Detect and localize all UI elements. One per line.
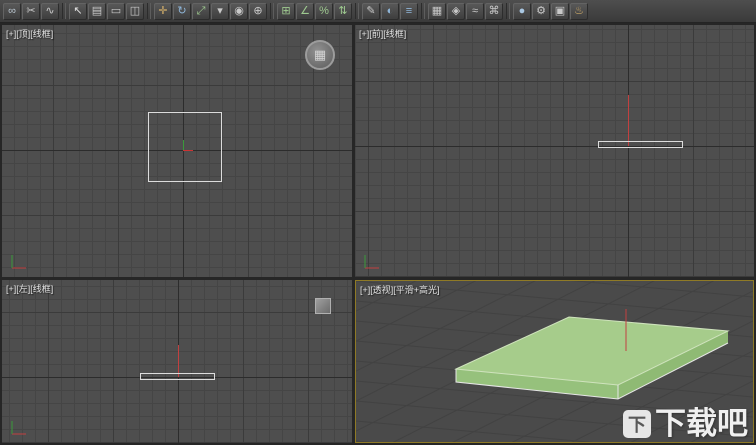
- watermark-logo: 下: [623, 409, 651, 438]
- rectangular-selection-region-button[interactable]: ▭: [107, 2, 125, 20]
- watermark: 下 下载吧: [623, 408, 748, 439]
- viewport-top-label[interactable]: [+][顶][线框]: [6, 27, 53, 40]
- object-z-axis: [628, 95, 629, 146]
- box-object-wireframe[interactable]: [140, 373, 215, 380]
- toolbar-separator: [62, 3, 66, 19]
- world-axis-vertical: [628, 25, 629, 277]
- graphite-modeling-tools-button[interactable]: ◈: [447, 2, 465, 20]
- use-pivot-point-center-button[interactable]: ◉: [230, 2, 248, 20]
- edit-named-selection-sets-button[interactable]: ✎: [362, 2, 380, 20]
- main-toolbar: ∞ ✂ ∿ ↖ ▤ ▭ ◫ ✛ ↻ ⤢ ▾ ◉ ⊕ ⊞ ∠% ⇅ ✎ ◐ ≡ ▦ ◈ ≈ ⌘ ● ⚙ ▣ ♨: [0, 0, 756, 23]
- watermark-text: 下载吧: [655, 406, 748, 441]
- pivot-x-axis: [183, 150, 193, 151]
- toolbar-separator: [270, 3, 274, 19]
- select-object-button[interactable]: ↖: [69, 2, 87, 20]
- navigation-gizmo[interactable]: ▦: [305, 40, 335, 70]
- angle-snap-button[interactable]: ∠: [296, 2, 314, 20]
- box-object[interactable]: [454, 316, 730, 400]
- toolbar-separator: [355, 3, 359, 19]
- toolbar-separator: [147, 3, 151, 19]
- select-and-scale-button[interactable]: ⤢: [192, 2, 210, 20]
- world-axis-tripod: [11, 255, 26, 269]
- percent-snap-button[interactable]: %: [315, 2, 333, 20]
- material-editor-button[interactable]: ●: [513, 2, 531, 20]
- viewcube-gizmo[interactable]: [315, 298, 331, 314]
- pivot-y-axis: [183, 140, 184, 150]
- world-axis-tripod: [364, 255, 379, 269]
- viewport-top[interactable]: [+][顶][线框] ▦: [2, 25, 352, 277]
- grid-icon: ▦: [313, 47, 327, 62]
- box-object-wireframe[interactable]: [598, 141, 683, 148]
- align-button[interactable]: ≡: [400, 2, 418, 20]
- unlink-selection-button[interactable]: ✂: [22, 2, 40, 20]
- box-object-wireframe[interactable]: [148, 112, 222, 182]
- world-axis-tripod: [11, 421, 26, 435]
- layer-manager-button[interactable]: ▦: [428, 2, 446, 20]
- snap-toggle-3d-button[interactable]: ⊞: [277, 2, 295, 20]
- schematic-view-button[interactable]: ⌘: [485, 2, 503, 20]
- select-and-link-button[interactable]: ∞: [3, 2, 21, 20]
- render-production-button[interactable]: ♨: [570, 2, 588, 20]
- 3dsmax-window: ∞ ✂ ∿ ↖ ▤ ▭ ◫ ✛ ↻ ⤢ ▾ ◉ ⊕ ⊞ ∠% ⇅ ✎ ◐ ≡ ▦ ◈ ≈ ⌘ ● ⚙ ▣ ♨ [+][顶][线框] …: [0, 0, 756, 445]
- toolbar-separator: [506, 3, 510, 19]
- select-and-move-button[interactable]: ✛: [154, 2, 172, 20]
- viewport-left[interactable]: [+][左][线框]: [2, 280, 352, 443]
- select-and-rotate-button[interactable]: ↻: [173, 2, 191, 20]
- select-and-manipulate-button[interactable]: ⊕: [249, 2, 267, 20]
- mirror-button[interactable]: ◐: [381, 2, 399, 20]
- viewport-front[interactable]: [+][前][线框]: [355, 25, 754, 277]
- toolbar-separator: [421, 3, 425, 19]
- curve-editor-button[interactable]: ≈: [466, 2, 484, 20]
- viewport-perspective-label[interactable]: [+][透视][平滑+高光]: [360, 283, 440, 296]
- viewport-left-label[interactable]: [+][左][线框]: [6, 282, 53, 295]
- reference-coordinate-system-button[interactable]: ▾: [211, 2, 229, 20]
- bind-to-space-warp-button[interactable]: ∿: [41, 2, 59, 20]
- render-setup-button[interactable]: ⚙: [532, 2, 550, 20]
- select-by-name-button[interactable]: ▤: [88, 2, 106, 20]
- world-axis-horizontal: [355, 146, 754, 147]
- window-crossing-button[interactable]: ◫: [126, 2, 144, 20]
- spinner-snap-button[interactable]: ⇅: [334, 2, 352, 20]
- viewport-front-label[interactable]: [+][前][线框]: [359, 27, 406, 40]
- rendered-frame-window-button[interactable]: ▣: [551, 2, 569, 20]
